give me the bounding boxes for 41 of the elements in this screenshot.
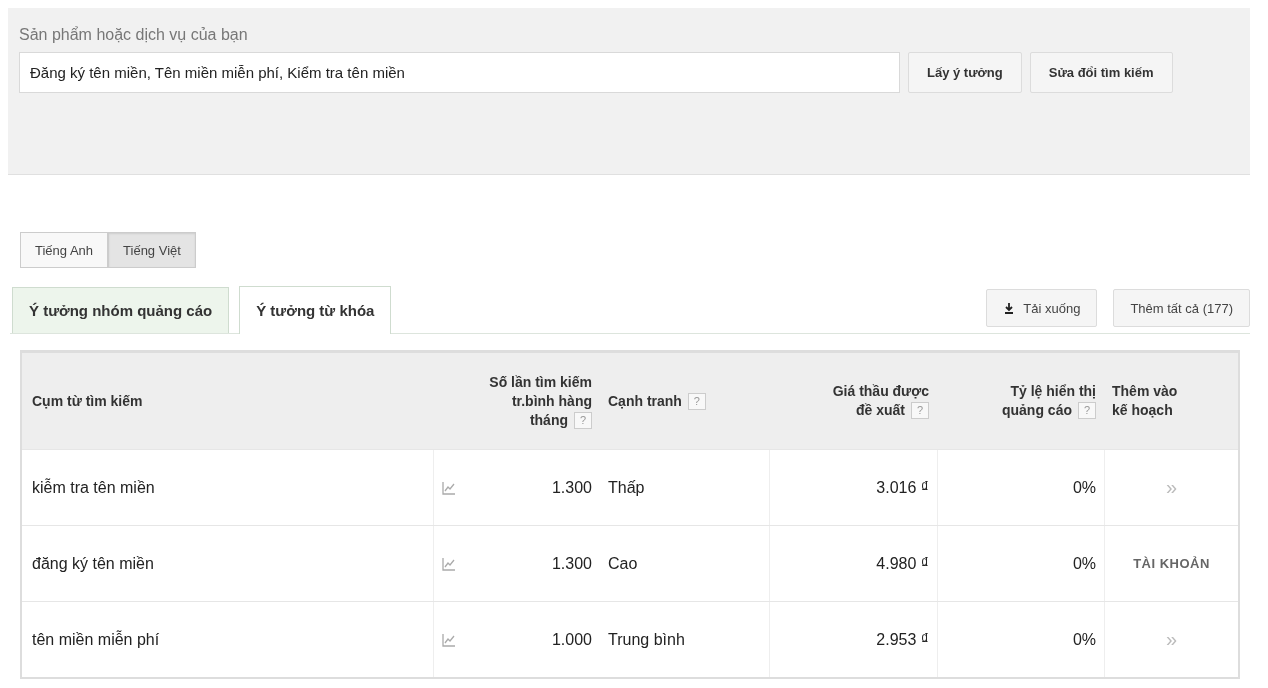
language-toggle[interactable]: Tiếng Anh xyxy=(20,232,109,268)
competition-cell: Cao xyxy=(608,554,638,573)
column-header: Cụm từ tìm kiếm xyxy=(31,393,144,409)
searches-cell: 1.000 xyxy=(551,630,592,649)
impression-share-cell: 0% xyxy=(1072,478,1096,497)
column-header: Số lần tìm kiếm xyxy=(489,372,592,392)
search-button[interactable]: Sửa đổi tìm kiếm xyxy=(1029,52,1173,93)
keyword-cell: tên miền miễn phí xyxy=(32,630,160,649)
impression-share-cell: 0% xyxy=(1072,630,1096,649)
bid-cell: 4.980 ₫ xyxy=(876,554,929,573)
impression-share-cell: 0% xyxy=(1072,554,1096,573)
column-header: Giá thầu được xyxy=(832,382,929,401)
bid-cell: 3.016 ₫ xyxy=(876,478,929,497)
tab[interactable]: Ý tưởng nhóm quảng cáo xyxy=(12,287,230,333)
trend-chart-icon[interactable] xyxy=(442,556,456,571)
searches-cell: 1.300 xyxy=(551,554,592,573)
download-icon xyxy=(1003,302,1016,314)
column-header: tr.bình hàng xyxy=(511,391,592,411)
search-button[interactable]: Lấy ý tưởng xyxy=(908,52,1022,93)
add-all-button[interactable]: Thêm tất cả (177) xyxy=(1113,289,1250,327)
column-header: Thêm vào xyxy=(1112,382,1179,401)
tab[interactable]: Ý tưởng từ khóa xyxy=(239,286,392,334)
column-header: quảng cáo xyxy=(1002,401,1072,420)
keyword-cell: kiễm tra tên miền xyxy=(32,478,155,497)
column-header: Tỷ lệ hiển thị xyxy=(1010,382,1096,401)
column-header: đề xuất xyxy=(856,401,905,420)
download-button[interactable]: Tải xuống xyxy=(986,289,1098,327)
column-header: kế hoạch xyxy=(1112,401,1173,420)
search-field[interactable]: Đăng ký tên miền, Tên miền miễn phí, Kiểm tra tên miền xyxy=(19,52,900,93)
column-header: tháng xyxy=(529,410,568,430)
trend-chart-icon[interactable] xyxy=(442,480,456,495)
field-label: Sản phẩm hoặc dịch vụ của bạn xyxy=(19,26,249,44)
competition-cell: Trung bình xyxy=(608,630,685,649)
account-label: TÀI KHOẢN xyxy=(1133,556,1210,571)
bid-cell: 2.953 ₫ xyxy=(876,630,929,649)
searches-cell: 1.300 xyxy=(551,478,592,497)
competition-cell: Thấp xyxy=(608,478,645,497)
trend-chart-icon[interactable] xyxy=(442,632,456,647)
language-toggle[interactable]: Tiếng Việt xyxy=(108,232,196,268)
keyword-cell: đăng ký tên miền xyxy=(32,554,154,573)
column-header: Cạnh tranh xyxy=(608,391,682,411)
